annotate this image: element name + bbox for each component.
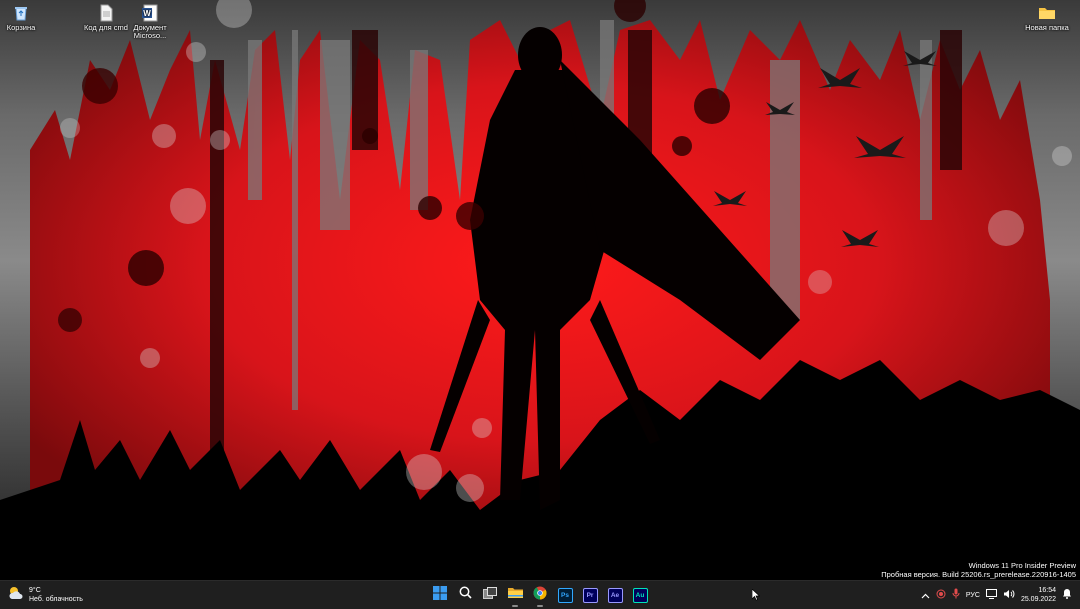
- windows-logo-icon: [433, 585, 447, 605]
- desktop-wallpaper: [0, 0, 1080, 580]
- partly-cloudy-icon: [8, 586, 24, 605]
- input-language-indicator[interactable]: РУС: [966, 592, 980, 599]
- folder-icon: [1038, 4, 1056, 22]
- search-button[interactable]: [455, 585, 475, 605]
- folder-icon: [507, 586, 523, 604]
- clock[interactable]: 16:54 25.09.2022: [1021, 586, 1056, 604]
- watermark-edition: Windows 11 Pro Insider Preview: [968, 561, 1076, 570]
- windows-watermark: Windows 11 Pro Insider Preview Пробная в…: [881, 561, 1076, 579]
- taskbar-apps: Ps Pr Ae Au: [430, 585, 650, 607]
- weather-temp: 9°C: [29, 587, 41, 594]
- word-document-icon: W: [141, 4, 159, 22]
- taskbar: 9°C Неб. облачность Ps Pr Ae Au РУС 16:5…: [0, 580, 1080, 609]
- start-button[interactable]: [430, 585, 450, 605]
- clock-time: 16:54: [1038, 587, 1056, 594]
- text-file-icon: [97, 4, 115, 22]
- weather-widget[interactable]: 9°C Неб. облачность: [8, 585, 83, 605]
- photoshop-button[interactable]: Ps: [555, 585, 575, 605]
- desktop-icon-label: Документ Microsо...: [133, 23, 167, 40]
- premiere-button[interactable]: Pr: [580, 585, 600, 605]
- wallpaper-art: [0, 0, 1080, 580]
- desktop-icon-recycle-bin[interactable]: Корзина: [0, 4, 51, 32]
- desktop-icon-word-doc[interactable]: W Документ Microsо...: [120, 4, 180, 40]
- task-view-icon: [483, 586, 497, 604]
- weather-condition: Неб. облачность: [29, 596, 83, 603]
- audition-button[interactable]: Au: [630, 585, 650, 605]
- system-tray: РУС 16:54 25.09.2022: [921, 585, 1072, 605]
- premiere-icon: Pr: [582, 587, 598, 603]
- volume-icon[interactable]: [1003, 586, 1015, 604]
- search-icon: [459, 586, 472, 604]
- watermark-build: Пробная версия. Build 25206.rs_prereleas…: [881, 570, 1076, 579]
- chrome-button[interactable]: [530, 585, 550, 607]
- microphone-icon[interactable]: [952, 586, 960, 604]
- network-icon[interactable]: [985, 586, 997, 604]
- desktop-icon-label: Корзина: [6, 23, 36, 32]
- desktop-icon-new-folder[interactable]: Новая папка: [1017, 4, 1077, 32]
- photoshop-icon: Ps: [557, 587, 573, 603]
- notifications-bell-icon[interactable]: [1062, 586, 1072, 604]
- chrome-icon: [533, 586, 547, 605]
- mouse-cursor-icon: [751, 588, 761, 606]
- record-indicator-icon[interactable]: [936, 586, 946, 604]
- after-effects-button[interactable]: Ae: [605, 585, 625, 605]
- clock-date: 25.09.2022: [1020, 596, 1056, 603]
- recycle-bin-icon: [12, 4, 30, 22]
- after-effects-icon: Ae: [607, 587, 623, 603]
- svg-text:W: W: [143, 9, 151, 18]
- task-view-button[interactable]: [480, 585, 500, 605]
- audition-icon: Au: [632, 587, 648, 603]
- show-hidden-icons-chevron-up-icon[interactable]: [921, 586, 930, 604]
- desktop-icon-label: Новая папка: [1025, 23, 1069, 32]
- file-explorer-button[interactable]: [505, 585, 525, 607]
